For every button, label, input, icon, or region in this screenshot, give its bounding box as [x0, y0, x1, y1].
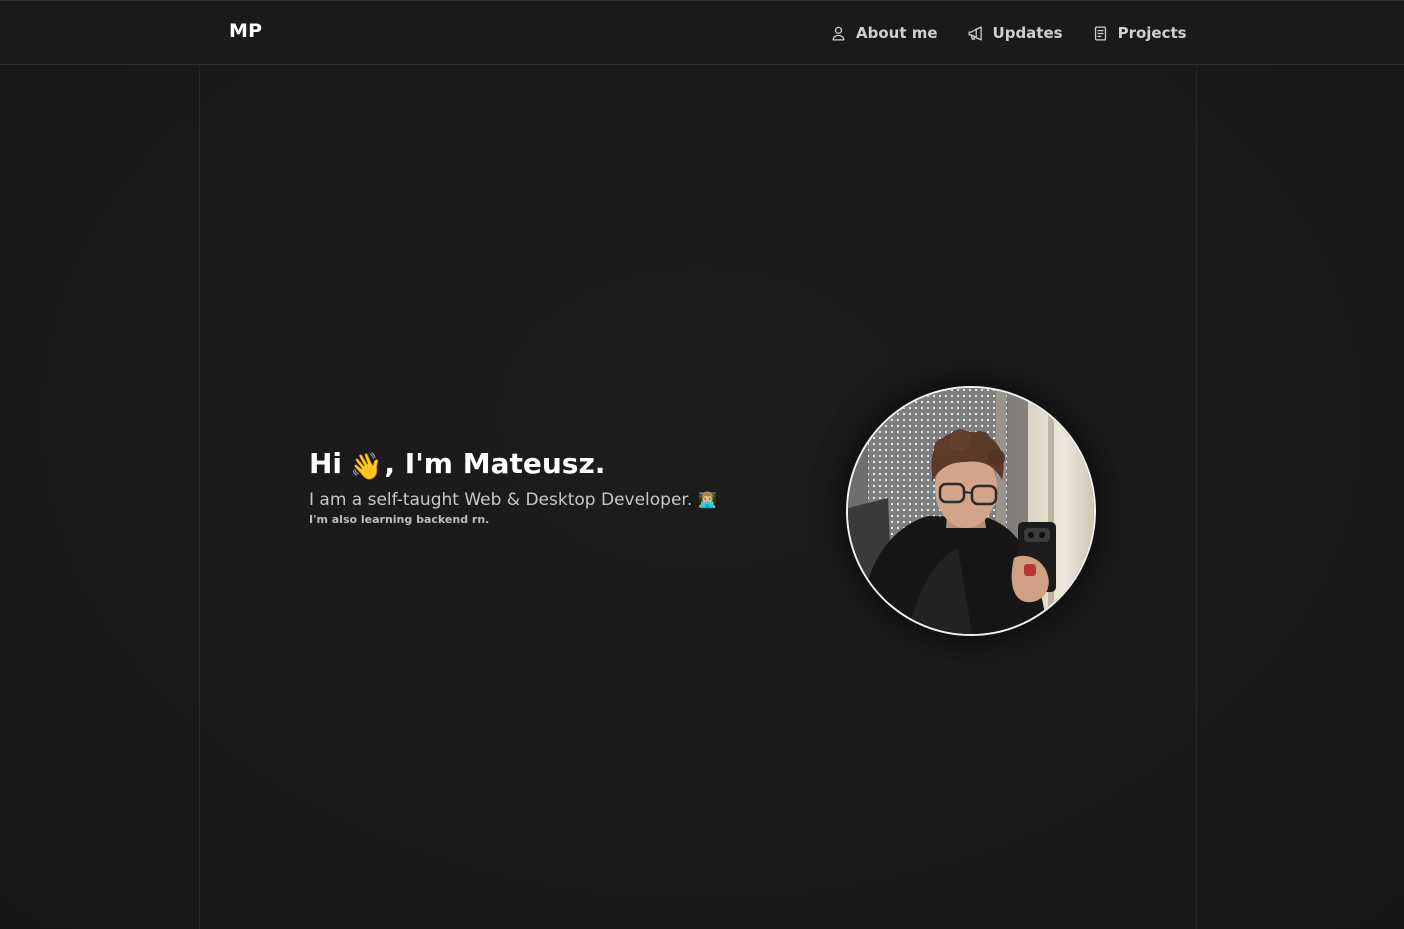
page: MP About me Updates Projects Hi 👋, I'm M… [0, 0, 1404, 929]
waving-hand-icon: 👋 [350, 452, 383, 482]
hero-intro: Hi 👋, I'm Mateusz. I am a self-taught Web… [309, 446, 789, 526]
document-icon [1094, 25, 1106, 41]
nav-updates-label: Updates [992, 24, 1063, 42]
user-icon [832, 26, 845, 41]
profile-photo [848, 388, 1094, 634]
greeting-name: , I'm Mateusz. [384, 447, 606, 480]
left-guide-line [199, 14, 200, 929]
brand-logo[interactable]: MP [229, 20, 262, 42]
navbar: MP About me Updates Projects [0, 1, 1404, 65]
right-guide-line [1196, 14, 1197, 929]
nav-about-me-label: About me [856, 24, 938, 42]
hero-subtitle: I am a self-taught Web & Desktop Develop… [309, 489, 789, 511]
greeting-hi: Hi [309, 447, 343, 480]
megaphone-icon [968, 25, 982, 41]
hero-heading: Hi 👋, I'm Mateusz. [309, 446, 789, 485]
nav-updates[interactable]: Updates [967, 21, 1063, 45]
subtitle-text: I am a self-taught Web & Desktop Develop… [309, 490, 693, 510]
nav-projects[interactable]: Projects [1092, 21, 1187, 45]
developer-icon: 👨🏼‍💻 [698, 491, 717, 509]
profile-avatar [846, 386, 1096, 636]
nav-projects-label: Projects [1117, 24, 1187, 42]
hero-note: I'm also learning backend rn. [309, 513, 490, 526]
nav-links: About me Updates Projects [830, 21, 1187, 45]
nav-about-me[interactable]: About me [830, 21, 938, 45]
